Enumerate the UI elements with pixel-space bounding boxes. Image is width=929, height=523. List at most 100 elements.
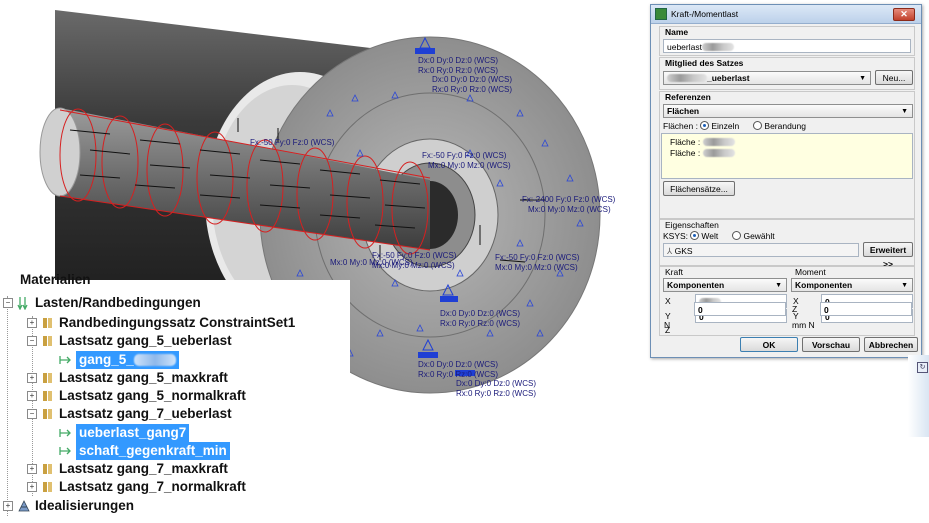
coord-system-icon: ⅄ xyxy=(667,246,673,256)
expand-toggle[interactable]: + xyxy=(27,373,37,383)
radio-world-label: Welt xyxy=(701,231,719,241)
annotation: Dx:0 Dy:0 Dz:0 (WCS) xyxy=(418,56,498,65)
tree-item-label: Lastsatz gang_7_normalkraft xyxy=(59,479,246,494)
expand-toggle[interactable]: + xyxy=(27,464,37,474)
annotation: Rx:0 Ry:0 Rz:0 (WCS) xyxy=(456,389,536,398)
tree-item-label: Materialien xyxy=(20,274,91,286)
ksys-label: KSYS: xyxy=(663,231,689,241)
extended-button[interactable]: Erweitert >> xyxy=(863,242,913,269)
tree-item-loadset[interactable]: + Lastsatz gang_7_normalkraft xyxy=(27,478,246,496)
annotation: Mx:0 My:0 Mz:0 (WCS) xyxy=(528,205,611,214)
collapse-toggle[interactable]: − xyxy=(27,409,37,419)
list-item[interactable]: Fläche : xyxy=(670,137,735,147)
member-label: Mitglied des Satzes xyxy=(665,58,744,68)
annotation: Fx:-50 Fy:0 Fz:0 (WCS) xyxy=(250,138,335,147)
load-set-icon xyxy=(41,389,55,403)
tree-item-loadset[interactable]: + Lastsatz gang_7_maxkraft xyxy=(27,460,228,478)
expand-toggle[interactable]: + xyxy=(27,482,37,492)
coord-system-field[interactable]: ⅄ GKS xyxy=(663,243,859,257)
name-field[interactable]: ueberlast xyxy=(663,39,911,53)
tree-item-label-selected: schaft_gegenkraft_min xyxy=(76,442,230,460)
annotation: Fx:-50 Fy:0 Fz:0 (WCS) xyxy=(372,251,457,260)
idealizations-icon xyxy=(17,499,31,513)
chevron-down-icon: ▼ xyxy=(901,108,908,115)
force-z-field[interactable]: 0 xyxy=(694,302,786,316)
new-button[interactable]: Neu... xyxy=(875,70,913,85)
annotation: Dx:0 Dy:0 Dz:0 (WCS) xyxy=(418,360,498,369)
annotation: Fx:-50 Fy:0 Fz:0 (WCS) xyxy=(422,151,507,160)
load-set-icon xyxy=(41,371,55,385)
references-select[interactable]: Flächen ▼ xyxy=(663,104,913,118)
tree-item-load[interactable]: gang_5_ xyxy=(58,351,179,369)
redacted-text xyxy=(701,43,734,51)
expand-toggle[interactable]: + xyxy=(27,391,37,401)
list-item[interactable]: Fläche : xyxy=(670,148,735,158)
tree-item-load[interactable]: ueberlast_gang7 xyxy=(58,424,190,442)
tree-item-load[interactable]: schaft_gegenkraft_min xyxy=(58,442,230,460)
redacted-text xyxy=(667,74,707,82)
name-label: Name xyxy=(665,27,689,37)
force-mode-select[interactable]: Komponenten ▼ xyxy=(663,278,787,292)
force-label: Kraft xyxy=(665,267,683,277)
member-value: _ueberlast xyxy=(707,73,750,83)
tree-item-loadset[interactable]: + Lastsatz gang_5_maxkraft xyxy=(27,369,228,387)
member-select[interactable]: _ueberlast ▼ xyxy=(663,71,871,85)
force-load-icon xyxy=(58,426,72,440)
dialog-titlebar[interactable]: Kraft-/Momentlast ✕ xyxy=(651,5,921,24)
annotation: Mx:0 My:0 Mz:0 (WCS) xyxy=(495,263,578,272)
references-label: Referenzen xyxy=(665,92,711,102)
chevron-down-icon: ▼ xyxy=(859,75,866,82)
preview-button[interactable]: Vorschau xyxy=(802,337,860,352)
radio-world[interactable] xyxy=(690,231,700,240)
refresh-icon[interactable]: ↻ xyxy=(917,362,928,373)
cancel-button[interactable]: Abbrechen xyxy=(864,337,918,352)
expand-toggle[interactable]: + xyxy=(27,318,37,328)
surfaces-mode-row: Flächen : Einzeln Berandung xyxy=(663,121,806,131)
annotation: Rx:0 Ry:0 Rz:0 (WCS) xyxy=(418,66,498,75)
moment-z-field[interactable]: 0 xyxy=(820,302,912,316)
tree-item-label: Lastsatz gang_5_maxkraft xyxy=(59,370,228,385)
tree-item-loads-constraints[interactable]: − Lasten/Randbedingungen xyxy=(3,294,201,312)
force-unit: N xyxy=(664,320,671,330)
surfaces-label: Flächen : xyxy=(663,121,698,131)
radio-single-label: Einzeln xyxy=(711,121,740,131)
radio-selected-label: Gewählt xyxy=(743,231,775,241)
moment-label: Moment xyxy=(795,267,826,277)
ok-button[interactable]: OK xyxy=(740,337,798,352)
radio-selected[interactable] xyxy=(732,231,742,240)
load-set-icon xyxy=(41,334,55,348)
surface-sets-button[interactable]: Flächensätze... xyxy=(663,181,735,196)
expand-toggle[interactable]: + xyxy=(3,501,13,511)
tree-item-idealizations[interactable]: + Idealisierungen xyxy=(3,497,134,515)
tree-item-label: Lasten/Randbedingungen xyxy=(35,295,201,310)
tree-item-constraint-set[interactable]: + Randbedingungssatz ConstraintSet1 xyxy=(27,314,295,332)
properties-label: Eigenschaften xyxy=(665,220,719,230)
tree-item-loadset[interactable]: − Lastsatz gang_5_ueberlast xyxy=(27,332,232,350)
dialog-app-icon xyxy=(655,8,667,20)
annotation: Rx:0 Ry:0 Rz:0 (WCS) xyxy=(432,85,512,94)
tree-item-label: Randbedingungssatz ConstraintSet1 xyxy=(59,315,296,330)
surfaces-list[interactable]: Fläche : Fläche : xyxy=(661,133,913,179)
tree-item-label: Lastsatz gang_7_ueberlast xyxy=(59,406,232,421)
chevron-down-icon: ▼ xyxy=(901,282,908,289)
collapse-toggle[interactable]: − xyxy=(27,336,37,346)
radio-boundary-label: Berandung xyxy=(764,121,806,131)
annotation: Mx:0 My:0 Mz:0 (WCS) xyxy=(372,261,455,270)
annotation: Dx:0 Dy:0 Dz:0 (WCS) xyxy=(432,75,512,84)
tree-item-label-selected: ueberlast_gang7 xyxy=(76,424,190,442)
radio-single[interactable] xyxy=(700,121,710,130)
annotation: Fx:-2400 Fy:0 Fz:0 (WCS) xyxy=(522,195,616,204)
dialog-title: Kraft-/Momentlast xyxy=(671,9,739,19)
tree-item-label: Lastsatz gang_7_maxkraft xyxy=(59,461,228,476)
annotation: Dx:0 Dy:0 Dz:0 (WCS) xyxy=(440,309,520,318)
close-button[interactable]: ✕ xyxy=(893,8,915,21)
tree-item-loadset[interactable]: − Lastsatz gang_7_ueberlast xyxy=(27,405,232,423)
annotation: Dx:0 Dy:0 Dz:0 (WCS) xyxy=(456,379,536,388)
tree-item-label: Idealisierungen xyxy=(35,498,135,513)
force-load-icon xyxy=(58,353,72,367)
collapse-toggle[interactable]: − xyxy=(3,298,13,308)
radio-boundary[interactable] xyxy=(753,121,763,130)
tree-item-loadset[interactable]: + Lastsatz gang_5_normalkraft xyxy=(27,387,246,405)
moment-mode-select[interactable]: Komponenten ▼ xyxy=(791,278,913,292)
tree-item-materials[interactable]: Materialien xyxy=(20,274,91,286)
